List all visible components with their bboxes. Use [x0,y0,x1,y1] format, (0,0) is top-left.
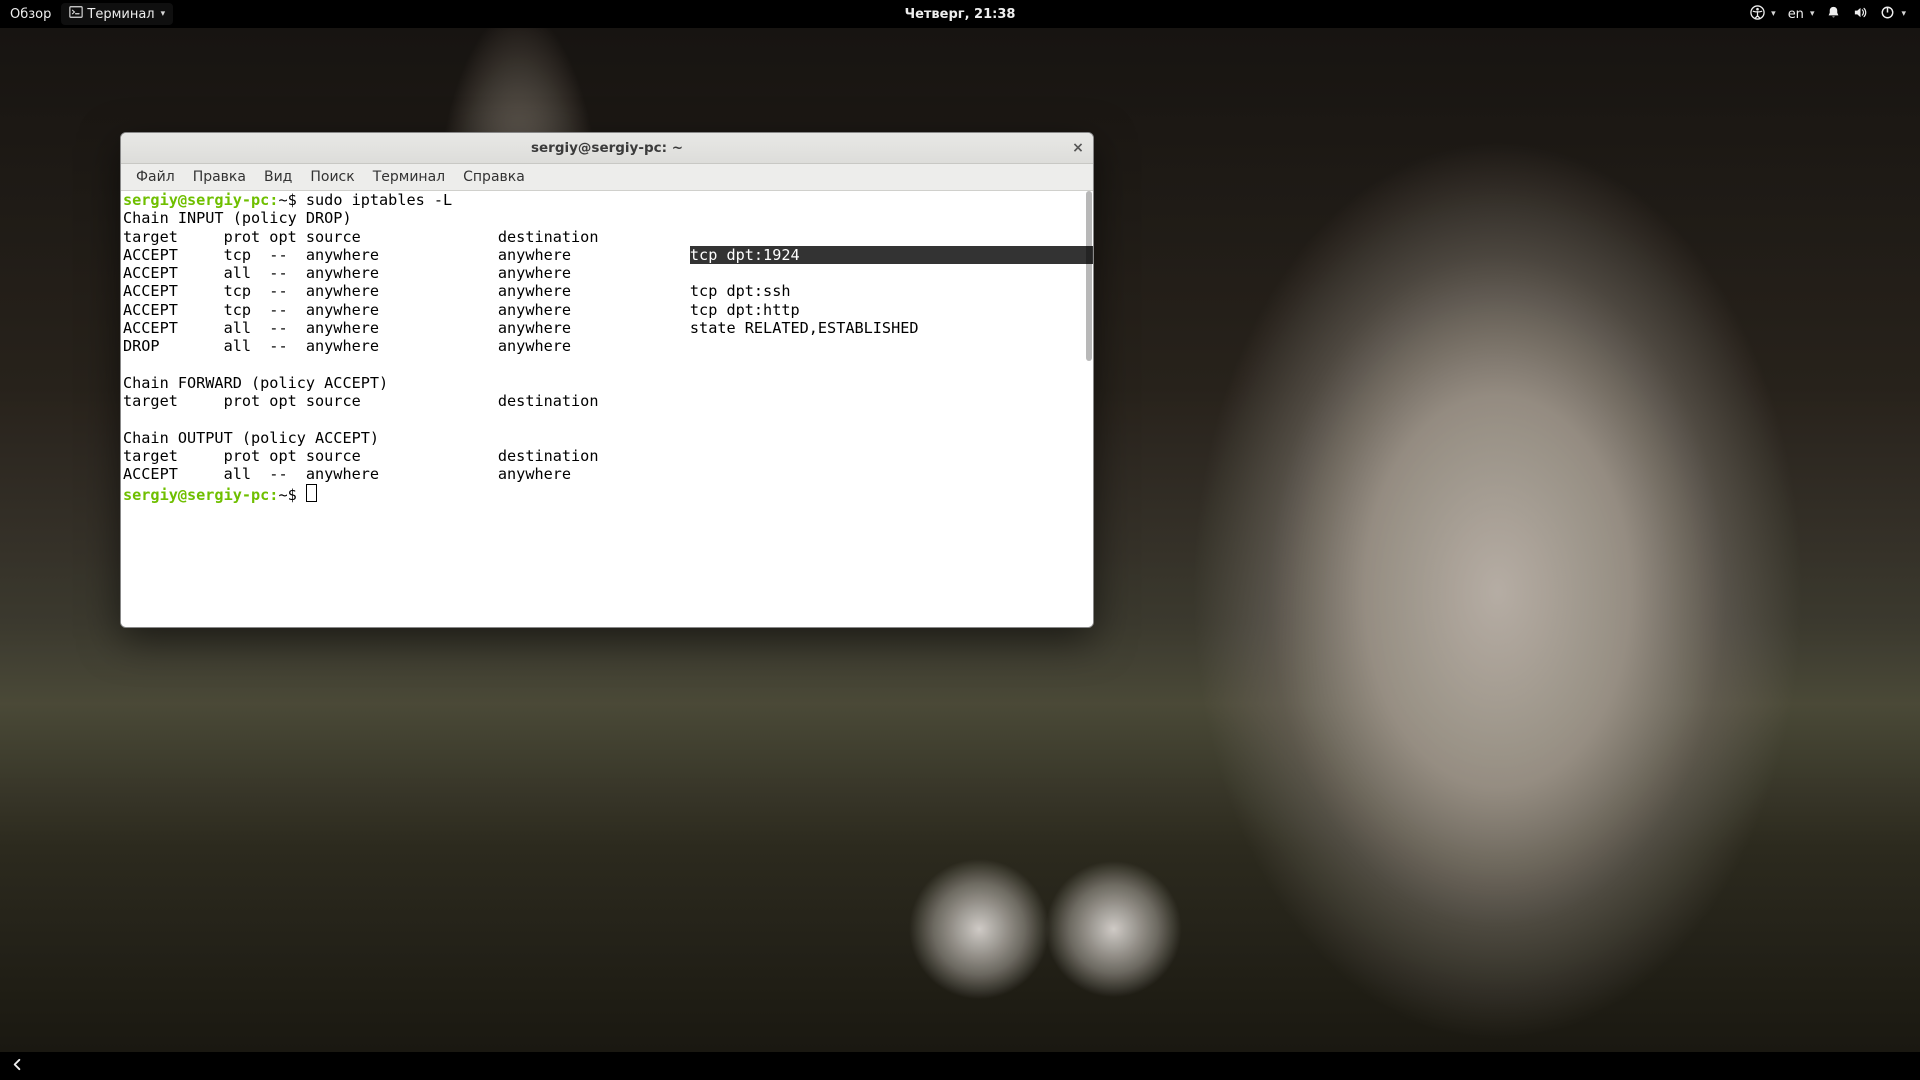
prompt-path: ~$ [278,486,305,504]
table-row: ACCEPT tcp -- anywhere anywhere [123,246,690,264]
table-row: ACCEPT all -- anywhere anywhere state RE… [123,319,919,337]
prompt-user-host: sergiy@sergiy-pc: [123,191,278,209]
accessibility-menu[interactable]: ▾ [1750,5,1776,24]
bottom-panel [0,1052,1920,1080]
chain-forward-header: Chain FORWARD (policy ACCEPT) [123,374,388,392]
close-icon: × [1072,140,1084,156]
active-app-label: Терминал [87,7,154,22]
chain-input-header: Chain INPUT (policy DROP) [123,209,352,227]
table-row: DROP all -- anywhere anywhere [123,337,571,355]
scrollbar-thumb[interactable] [1086,191,1092,361]
menu-view[interactable]: Вид [255,166,301,188]
table-row: ACCEPT tcp -- anywhere anywhere tcp dpt:… [123,282,791,300]
window-titlebar[interactable]: sergiy@sergiy-pc: ~ × [121,133,1093,164]
activities-button[interactable]: Обзор [10,7,51,22]
activities-label: Обзор [10,7,51,22]
bell-icon [1826,5,1841,24]
window-close-button[interactable]: × [1069,139,1087,157]
terminal-scrollbar[interactable] [1085,191,1093,627]
menu-search[interactable]: Поиск [301,166,363,188]
accessibility-icon [1750,5,1765,24]
window-title: sergiy@sergiy-pc: ~ [531,140,683,156]
menu-edit[interactable]: Правка [184,166,255,188]
menu-help[interactable]: Справка [454,166,534,188]
chevron-left-icon [10,1057,25,1076]
terminal-viewport[interactable]: sergiy@sergiy-pc:~$ sudo iptables -L Cha… [121,191,1093,627]
keyboard-layout-label: en [1788,7,1804,22]
volume-button[interactable] [1853,5,1868,24]
selected-text: tcp dpt:1924 [690,246,1093,264]
keyboard-layout-menu[interactable]: en ▾ [1788,7,1815,22]
back-button[interactable] [10,1057,25,1076]
table-header: target prot opt source destination [123,228,598,246]
prompt-path: ~$ [278,191,305,209]
top-panel: Обзор Терминал ▾ Четверг, 21:38 ▾ en ▾ [0,0,1920,28]
power-menu[interactable]: ▾ [1880,5,1906,24]
table-row: ACCEPT all -- anywhere anywhere [123,264,571,282]
terminal-menubar: Файл Правка Вид Поиск Терминал Справка [121,164,1093,191]
volume-icon [1853,5,1868,24]
chevron-down-icon: ▾ [1808,9,1815,19]
command-text: sudo iptables -L [306,191,452,209]
terminal-icon [69,5,83,23]
panel-clock: Четверг, 21:38 [0,7,1920,22]
active-app-menu[interactable]: Терминал ▾ [61,3,173,25]
chevron-down-icon: ▾ [1769,9,1776,19]
menu-terminal[interactable]: Терминал [364,166,454,188]
table-row: ACCEPT all -- anywhere anywhere [123,465,571,483]
notifications-button[interactable] [1826,5,1841,24]
chain-output-header: Chain OUTPUT (policy ACCEPT) [123,429,379,447]
prompt-user-host: sergiy@sergiy-pc: [123,486,278,504]
chevron-down-icon: ▾ [1899,9,1906,19]
menu-file[interactable]: Файл [127,166,184,188]
terminal-cursor [306,484,317,502]
terminal-output: sergiy@sergiy-pc:~$ sudo iptables -L Cha… [121,191,1093,504]
table-row: ACCEPT tcp -- anywhere anywhere tcp dpt:… [123,301,800,319]
table-header: target prot opt source destination [123,392,598,410]
table-header: target prot opt source destination [123,447,598,465]
terminal-window: sergiy@sergiy-pc: ~ × Файл Правка Вид По… [120,132,1094,628]
chevron-down-icon: ▾ [159,9,166,19]
power-icon [1880,5,1895,24]
